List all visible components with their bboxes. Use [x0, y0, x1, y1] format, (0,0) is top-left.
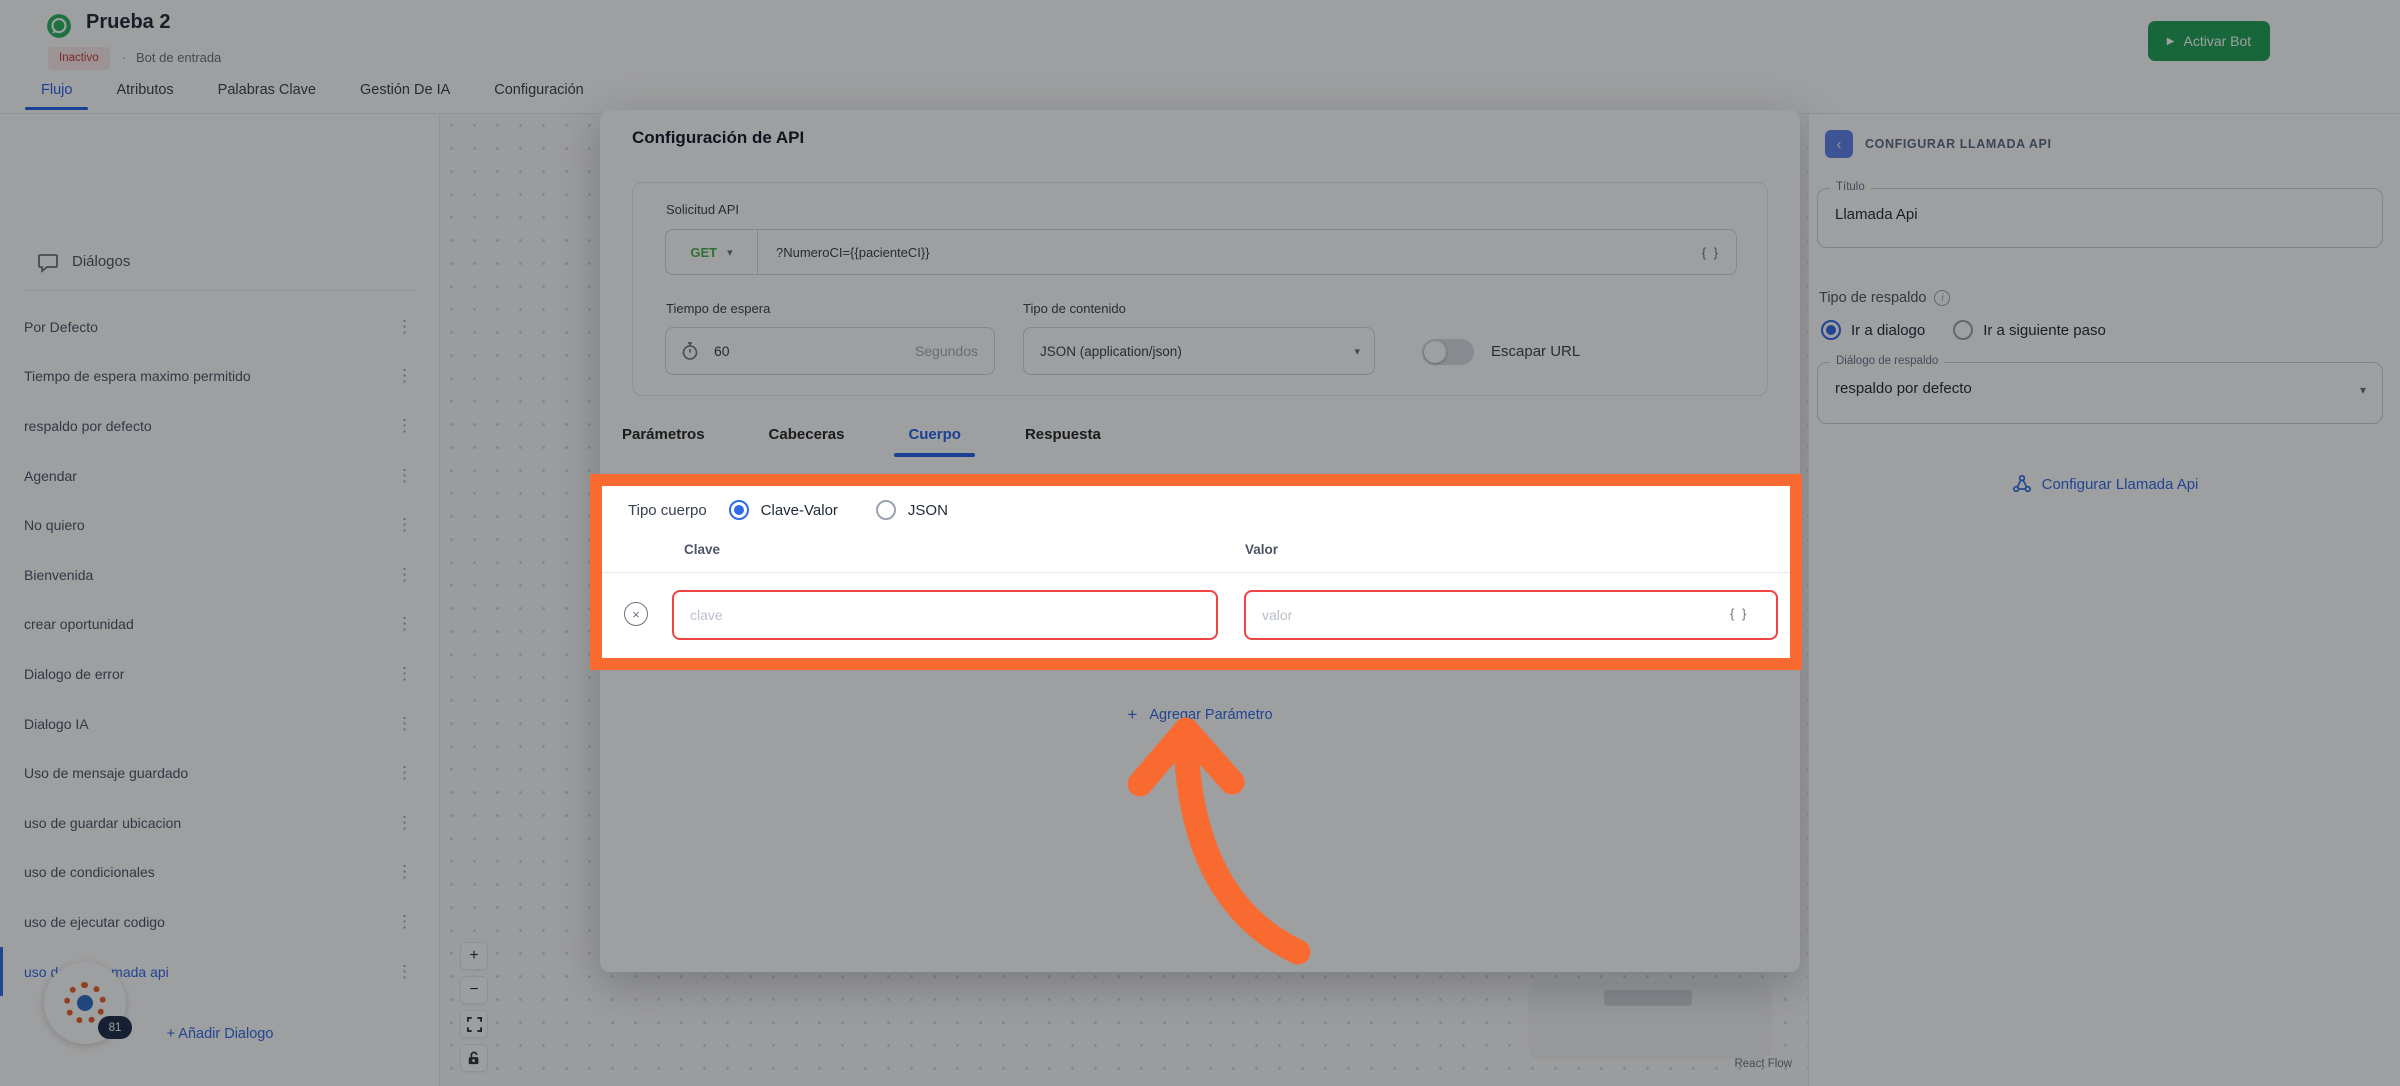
- radio-json[interactable]: [876, 500, 896, 520]
- tutorial-highlight-box: Tipo cuerpo Clave-Valor JSON Clave Valor…: [590, 474, 1802, 670]
- columns-divider: [602, 572, 1790, 573]
- radio-key-value[interactable]: [729, 500, 749, 520]
- column-header-key: Clave: [684, 542, 720, 557]
- column-header-value: Valor: [1245, 542, 1278, 557]
- radio-key-value-label[interactable]: Clave-Valor: [761, 502, 838, 519]
- body-type-row: Tipo cuerpo Clave-Valor JSON: [628, 500, 974, 520]
- body-type-label: Tipo cuerpo: [628, 502, 707, 519]
- key-input[interactable]: [672, 590, 1218, 640]
- radio-json-label[interactable]: JSON: [908, 502, 948, 519]
- remove-row-button[interactable]: ×: [624, 602, 648, 626]
- value-input[interactable]: [1244, 590, 1778, 640]
- variables-icon[interactable]: { }: [1730, 606, 1748, 621]
